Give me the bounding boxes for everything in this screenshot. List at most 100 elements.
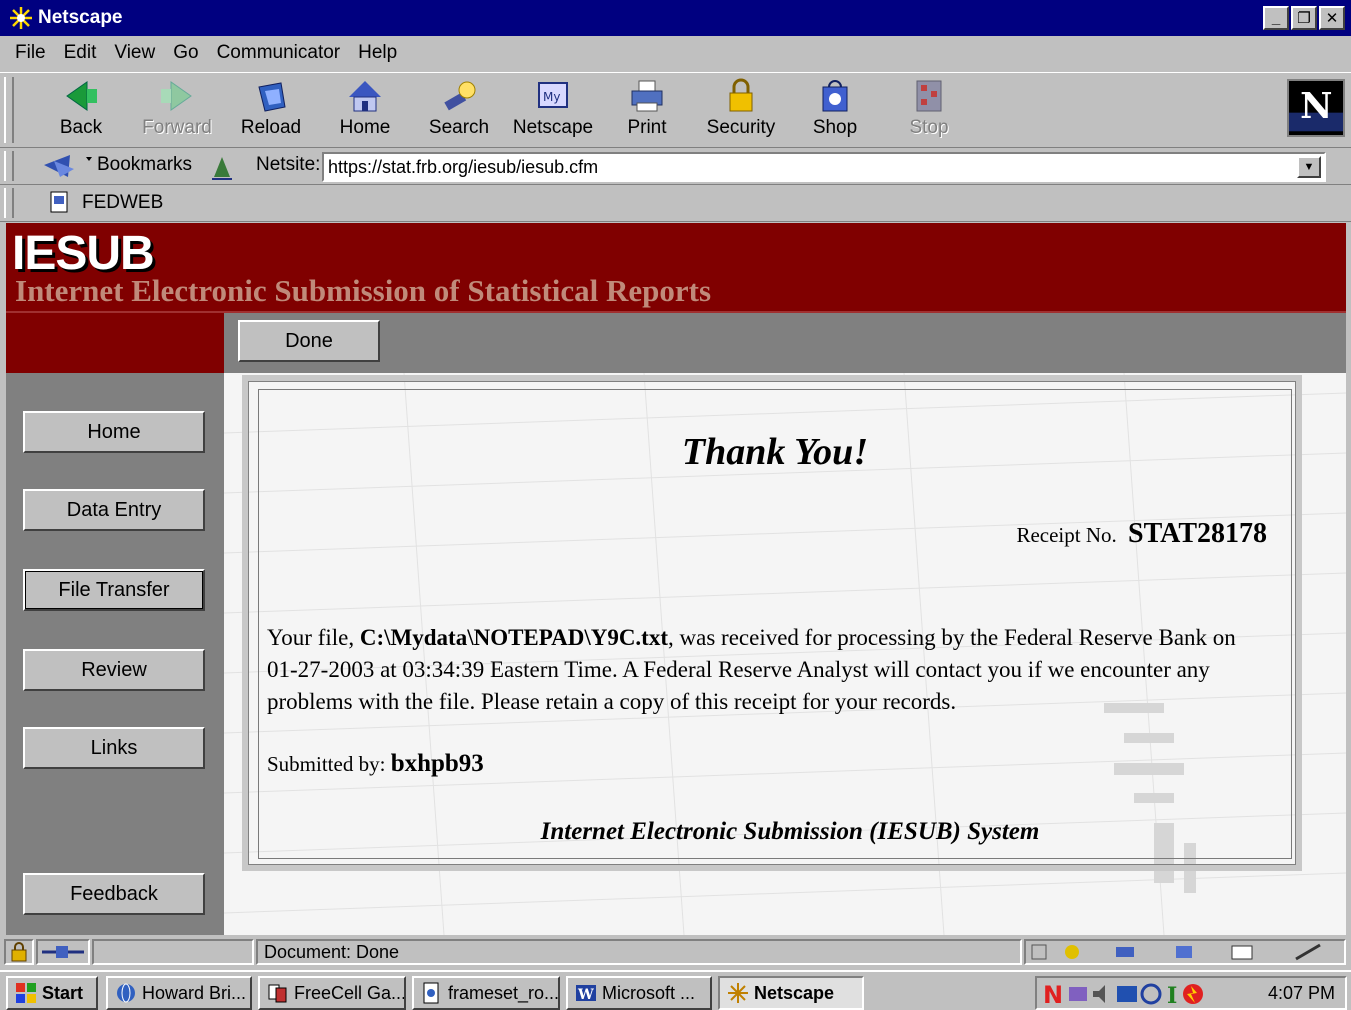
url-input[interactable]: https://stat.frb.org/iesub/iesub.cfm ▼ bbox=[322, 152, 1326, 182]
netscape-n-icon: N bbox=[1289, 86, 1343, 132]
url-dropdown-button[interactable]: ▼ bbox=[1297, 156, 1321, 178]
stop-button[interactable]: Stop bbox=[884, 77, 974, 143]
receipt-number-line: Receipt No. STAT28178 bbox=[1016, 518, 1267, 550]
mail-icon bbox=[1116, 947, 1134, 957]
chevron-down-icon: ▼ bbox=[1303, 161, 1315, 173]
receipt-card-inner: Thank You! Receipt No. STAT28178 Your fi… bbox=[258, 389, 1292, 859]
netscape-button[interactable]: My Netscape bbox=[508, 77, 598, 143]
netscape-app-icon bbox=[10, 7, 32, 29]
navigator-icon bbox=[1031, 944, 1047, 960]
page-content: IESUB Internet Electronic Submission of … bbox=[6, 223, 1346, 935]
my-netscape-icon: My bbox=[538, 82, 568, 108]
receipt-message: Your file, C:\Mydata\NOTEPAD\Y9C.txt, wa… bbox=[267, 622, 1261, 718]
window-titlebar: Netscape _ ❐ ✕ bbox=[0, 0, 1351, 36]
minimize-button[interactable]: _ bbox=[1263, 6, 1289, 30]
connection-icon bbox=[36, 939, 90, 965]
menu-edit[interactable]: Edit bbox=[55, 42, 106, 64]
nav-data-entry-button[interactable]: Data Entry bbox=[23, 489, 205, 531]
fedweb-bookmark[interactable]: FEDWEB bbox=[82, 192, 163, 214]
nav-links-button[interactable]: Links bbox=[23, 727, 205, 769]
search-flashlight-icon bbox=[444, 81, 476, 111]
message-intro: Your file, bbox=[267, 625, 360, 650]
netscape-throbber-logo[interactable]: N bbox=[1287, 79, 1345, 137]
nav-feedback-button[interactable]: Feedback bbox=[23, 873, 205, 915]
toolbar-grip[interactable] bbox=[4, 188, 14, 218]
address-book-icon bbox=[1231, 945, 1253, 960]
maximize-button[interactable]: ❐ bbox=[1291, 6, 1317, 30]
freecell-cards-icon bbox=[268, 984, 287, 1003]
toolbar-grip[interactable] bbox=[4, 151, 14, 181]
menu-go[interactable]: Go bbox=[164, 42, 207, 64]
task-howard[interactable]: Howard Bri... bbox=[106, 976, 252, 1010]
header-red-block bbox=[6, 313, 224, 373]
action-bar bbox=[224, 313, 1346, 373]
svg-text:I: I bbox=[1167, 983, 1177, 1007]
tray-icons[interactable]: N I bbox=[1041, 981, 1231, 1007]
reload-icon bbox=[258, 82, 286, 112]
navigation-toolbar: Back Forward Reload Home Search My Netsc… bbox=[0, 72, 1351, 148]
search-button[interactable]: Search bbox=[414, 77, 504, 143]
task-frameset[interactable]: frameset_ro... bbox=[412, 976, 560, 1010]
task-freecell[interactable]: FreeCell Ga... bbox=[258, 976, 406, 1010]
nav-file-transfer-button[interactable]: File Transfer bbox=[23, 569, 205, 611]
security-lock-icon[interactable] bbox=[4, 939, 34, 965]
location-toolbar: Bookmarks Netsite: https://stat.frb.org/… bbox=[0, 149, 1351, 185]
forward-arrow-icon bbox=[161, 81, 192, 111]
toolbar-grip[interactable] bbox=[4, 77, 14, 143]
task-microsoft-word[interactable]: W Microsoft ... bbox=[566, 976, 712, 1010]
left-navigation: Home Data Entry File Transfer Review Lin… bbox=[6, 373, 224, 935]
print-button[interactable]: Print bbox=[602, 77, 692, 143]
status-text: Document: Done bbox=[256, 939, 1022, 965]
ie-globe-icon bbox=[117, 983, 135, 1003]
svg-text:W: W bbox=[577, 987, 594, 1003]
svg-text:N: N bbox=[1043, 981, 1063, 1007]
system-name-footer: Internet Electronic Submission (IESUB) S… bbox=[540, 818, 1040, 845]
receipt-label: Receipt No. bbox=[1016, 523, 1117, 547]
back-button[interactable]: Back bbox=[36, 77, 126, 143]
menu-help[interactable]: Help bbox=[349, 42, 406, 64]
page-proxy-icon[interactable] bbox=[208, 153, 236, 181]
pen-icon bbox=[1295, 943, 1321, 961]
svg-text:N: N bbox=[1300, 86, 1332, 127]
messenger-icon bbox=[1065, 945, 1079, 959]
page-subtitle: Internet Electronic Submission of Statis… bbox=[15, 273, 712, 308]
main-panel: Thank You! Receipt No. STAT28178 Your fi… bbox=[224, 373, 1346, 935]
submitted-label: Submitted by: bbox=[267, 752, 386, 776]
start-button[interactable]: Start bbox=[6, 976, 98, 1010]
personal-toolbar: FEDWEB bbox=[0, 186, 1351, 222]
page-header: IESUB Internet Electronic Submission of … bbox=[6, 223, 1346, 313]
done-button[interactable]: Done bbox=[238, 320, 380, 362]
stop-icon bbox=[916, 80, 942, 112]
progress-bar bbox=[92, 939, 254, 965]
bookmarks-button[interactable]: Bookmarks bbox=[97, 154, 192, 176]
document-icon bbox=[423, 982, 439, 1004]
reload-button[interactable]: Reload bbox=[226, 77, 316, 143]
component-bar bbox=[1024, 939, 1346, 965]
nav-review-button[interactable]: Review bbox=[23, 649, 205, 691]
back-arrow-icon bbox=[66, 81, 97, 111]
menu-view[interactable]: View bbox=[105, 42, 164, 64]
windows-logo-icon bbox=[16, 983, 36, 1003]
netsite-label: Netsite: bbox=[256, 154, 321, 175]
system-tray: N I 4:07 PM bbox=[1035, 976, 1347, 1010]
netscape-taskbar-icon bbox=[728, 983, 748, 1003]
menu-file[interactable]: File bbox=[6, 42, 55, 64]
svg-text:My: My bbox=[543, 90, 560, 104]
menu-bar: File Edit View Go Communicator Help bbox=[0, 36, 1351, 70]
task-netscape[interactable]: Netscape bbox=[718, 976, 864, 1010]
bookmark-page-icon bbox=[50, 191, 68, 213]
padlock-icon bbox=[729, 78, 753, 112]
menu-communicator[interactable]: Communicator bbox=[208, 42, 350, 64]
shop-button[interactable]: Shop bbox=[790, 77, 880, 143]
close-button[interactable]: ✕ bbox=[1319, 6, 1345, 30]
shopping-bag-icon bbox=[822, 80, 848, 112]
security-button[interactable]: Security bbox=[696, 77, 786, 143]
thank-you-heading: Thank You! bbox=[681, 431, 869, 473]
nav-home-button[interactable]: Home bbox=[23, 411, 205, 453]
submitted-by-line: Submitted by: bxhpb93 bbox=[267, 750, 484, 778]
home-icon bbox=[349, 81, 381, 112]
forward-button[interactable]: Forward bbox=[132, 77, 222, 143]
window-title: Netscape bbox=[38, 7, 123, 28]
windows-taskbar: Start Howard Bri... FreeCell Ga... frame… bbox=[0, 970, 1351, 1010]
home-button[interactable]: Home bbox=[320, 77, 410, 143]
